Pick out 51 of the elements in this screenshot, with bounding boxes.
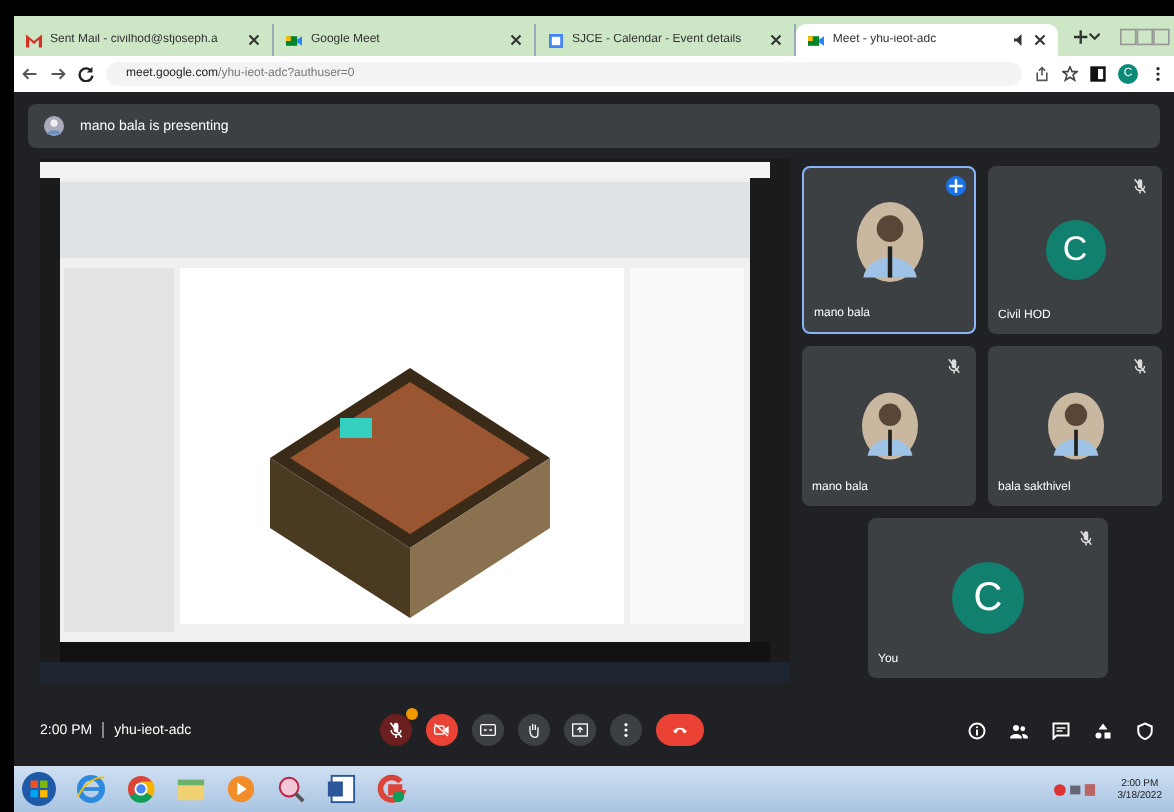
- new-tab-icon[interactable]: [1073, 29, 1088, 43]
- close-icon[interactable]: [770, 34, 783, 46]
- forward-icon[interactable]: [50, 66, 66, 82]
- more-icon: [618, 722, 634, 738]
- avatar-photo: [855, 202, 923, 282]
- phone-icon: [672, 722, 688, 738]
- avatar-icon: [44, 116, 64, 136]
- camera-icon: [434, 722, 450, 738]
- end-call-button[interactable]: [656, 714, 704, 746]
- info-icon[interactable]: [968, 721, 986, 739]
- mail-icon: [26, 33, 42, 47]
- present-icon: [572, 722, 588, 738]
- close-icon[interactable]: [1033, 34, 1046, 46]
- microphone-button[interactable]: [380, 714, 412, 746]
- mic-icon: [388, 722, 404, 738]
- browser-e-icon[interactable]: [76, 774, 106, 804]
- speaker-icon: [1013, 34, 1026, 46]
- start-button-icon[interactable]: [22, 772, 56, 806]
- present-button[interactable]: [564, 714, 596, 746]
- star-icon[interactable]: [1062, 66, 1078, 82]
- captions-icon: [480, 722, 496, 738]
- chrome-icon[interactable]: [126, 774, 156, 804]
- video-camera-icon: [808, 33, 825, 47]
- avatar-initial: C: [952, 562, 1024, 634]
- camera-button[interactable]: [426, 714, 458, 746]
- calendar-icon: [547, 33, 564, 47]
- magnifier-icon[interactable]: [276, 774, 306, 804]
- menu-icon[interactable]: [1150, 66, 1166, 82]
- side-panel-icon[interactable]: [1090, 66, 1106, 82]
- pin-icon[interactable]: [946, 176, 966, 196]
- share-icon[interactable]: [1034, 66, 1050, 82]
- raise-hand-button[interactable]: [518, 714, 550, 746]
- close-icon[interactable]: [248, 34, 261, 46]
- video-camera-icon: [286, 33, 303, 47]
- system-tray-icon[interactable]: [1053, 781, 1098, 797]
- avatar-initial: C: [1045, 220, 1105, 280]
- app-icon[interactable]: [376, 774, 406, 804]
- hand-icon: [526, 722, 542, 738]
- chat-icon[interactable]: [1052, 721, 1070, 739]
- more-options-button[interactable]: [610, 714, 642, 746]
- document-icon[interactable]: [326, 774, 356, 804]
- people-icon[interactable]: [1010, 721, 1028, 739]
- chevron-icon[interactable]: [1087, 31, 1101, 41]
- shield-icon[interactable]: [1136, 721, 1154, 739]
- captions-button[interactable]: [472, 714, 504, 746]
- avatar-photo: [1047, 392, 1103, 460]
- shapes-icon[interactable]: [1094, 721, 1112, 739]
- reload-icon[interactable]: [78, 66, 94, 82]
- close-icon[interactable]: [509, 34, 522, 46]
- avatar-photo: [861, 392, 917, 460]
- back-icon[interactable]: [22, 66, 38, 82]
